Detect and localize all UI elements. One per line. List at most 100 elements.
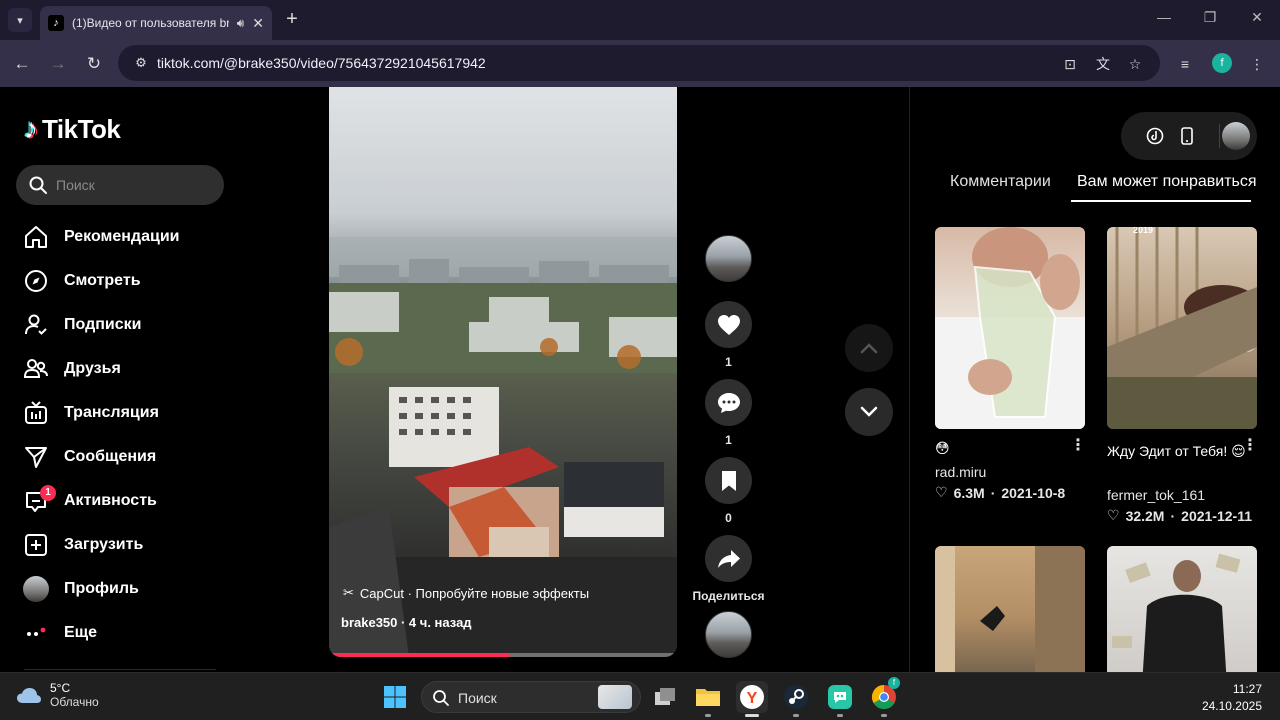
- bookmark-star-icon[interactable]: ☆: [1125, 54, 1145, 74]
- save-count: 0: [725, 511, 732, 525]
- video-frame-cityscape: [329, 237, 677, 657]
- profile-avatar[interactable]: f: [1212, 53, 1232, 73]
- svg-text:Y: Y: [747, 690, 758, 707]
- effect-label[interactable]: ✂ CapCut · Попробуйте новые эффекты: [343, 585, 589, 601]
- sidebar-item-more[interactable]: Еще: [22, 617, 97, 649]
- like-button[interactable]: [705, 301, 752, 348]
- sidebar-item-label: Загрузить: [64, 536, 144, 553]
- home-icon: [22, 223, 50, 251]
- separator-dot: ·: [990, 484, 996, 501]
- video-player[interactable]: ✂ CapCut · Попробуйте новые эффекты brak…: [329, 87, 677, 657]
- tab-recommended[interactable]: Вам может понравиться: [1077, 173, 1257, 191]
- capcut-icon: ✂: [343, 585, 354, 600]
- restore-icon[interactable]: ❐: [1198, 9, 1222, 26]
- back-arrow-icon[interactable]: ←: [10, 52, 34, 76]
- close-tab-icon[interactable]: ✕: [252, 15, 264, 32]
- messenger-button[interactable]: [824, 681, 856, 713]
- taskbar-search[interactable]: Поиск: [421, 681, 641, 713]
- sidebar-item-upload[interactable]: Загрузить: [22, 529, 143, 561]
- task-view-button[interactable]: [649, 681, 681, 713]
- heart-icon: [717, 314, 740, 335]
- video-caption: Жду Эдит от Тебя! 😌: [1107, 443, 1246, 459]
- avatar: [22, 575, 50, 603]
- chat-app-icon: [828, 685, 852, 709]
- next-video-button[interactable]: [845, 388, 893, 436]
- yandex-browser-button[interactable]: Y: [736, 681, 768, 713]
- comment-button[interactable]: [705, 379, 752, 426]
- media-control-icon[interactable]: ≡: [1173, 52, 1197, 76]
- previous-video-button[interactable]: [845, 324, 893, 372]
- reload-icon[interactable]: ↻: [82, 52, 106, 76]
- video-thumbnail[interactable]: 2019: [1107, 227, 1257, 429]
- video-author[interactable]: rad.miru: [935, 464, 986, 480]
- video-stats: ♡ 6.3M · 2021-10-8: [935, 484, 1065, 501]
- tiktok-page: ♪ TikTok Поиск Рекомендации Смотреть Под…: [0, 87, 1280, 672]
- tab-comments[interactable]: Комментарии: [950, 173, 1051, 191]
- like-count: 6.3M: [953, 484, 985, 501]
- mobile-phone-icon[interactable]: [1175, 124, 1199, 148]
- sidebar-item-label: Смотреть: [64, 272, 141, 289]
- file-explorer-button[interactable]: [692, 681, 724, 713]
- sidebar-item-activity[interactable]: 1 Активность: [22, 485, 157, 517]
- video-thumbnail[interactable]: [935, 546, 1085, 672]
- kebab-menu-icon[interactable]: ⋮: [1245, 52, 1269, 76]
- weather-widget[interactable]: 5°C Облачно: [16, 681, 99, 709]
- comment-icon: [717, 392, 740, 413]
- more-options-icon[interactable]: ⋮: [1242, 435, 1258, 455]
- chrome-button[interactable]: f: [868, 677, 900, 713]
- browser-toolbar: ← → ↻ ⚙ tiktok.com/@brake350/video/75643…: [0, 40, 1280, 87]
- site-info-icon[interactable]: ⚙: [132, 54, 150, 72]
- url-text: tiktok.com/@brake350/video/7564372921045…: [157, 55, 486, 71]
- windows-start-button[interactable]: [379, 681, 411, 713]
- thumbnail-image: [935, 546, 1085, 672]
- separator-dot: ·: [1170, 507, 1176, 524]
- save-button[interactable]: [705, 457, 752, 504]
- address-bar[interactable]: ⚙ tiktok.com/@brake350/video/75643729210…: [118, 45, 1160, 81]
- video-progress-bar[interactable]: [329, 653, 677, 657]
- search-input[interactable]: Поиск: [16, 165, 224, 205]
- install-app-icon[interactable]: ⊡: [1060, 54, 1080, 74]
- sidebar-item-label: Активность: [64, 492, 157, 509]
- active-tab-indicator: [1071, 200, 1251, 202]
- system-clock[interactable]: 11:27 24.10.2025: [1202, 681, 1262, 715]
- sidebar-divider: [24, 669, 216, 670]
- running-indicator: [837, 714, 843, 717]
- sidebar-item-live[interactable]: Трансляция: [22, 397, 159, 429]
- tiktok-logo[interactable]: ♪ TikTok: [24, 113, 121, 145]
- steam-button[interactable]: [780, 681, 812, 713]
- video-thumbnail[interactable]: [1107, 546, 1257, 672]
- taskbar-search-label: Поиск: [458, 690, 497, 706]
- upload-date: 2021-12-11: [1181, 507, 1252, 524]
- more-options-icon[interactable]: ⋮: [1070, 435, 1086, 455]
- windows-logo-icon: [384, 686, 406, 708]
- sidebar-item-following[interactable]: Подписки: [22, 309, 141, 341]
- browser-tab[interactable]: ♪ (1)Видео от пользователя brake350 | Ti…: [40, 6, 272, 40]
- chevron-down-icon: [860, 406, 878, 417]
- tiktok-mode-icon[interactable]: [1143, 124, 1167, 148]
- search-icon: [433, 690, 449, 706]
- sidebar-item-explore[interactable]: Смотреть: [22, 265, 141, 297]
- video-author[interactable]: fermer_tok_161: [1107, 487, 1205, 503]
- sidebar-item-messages[interactable]: Сообщения: [22, 441, 156, 473]
- friends-icon: [22, 355, 50, 383]
- speaker-icon[interactable]: 🔊︎: [237, 16, 245, 31]
- translate-icon[interactable]: 文: [1093, 54, 1113, 74]
- tab-search-button[interactable]: ▾: [8, 8, 32, 32]
- yandex-browser-icon: Y: [740, 685, 764, 709]
- window-close-icon[interactable]: ✕: [1245, 9, 1269, 26]
- sidebar-item-friends[interactable]: Друзья: [22, 353, 121, 385]
- share-button[interactable]: [705, 535, 752, 582]
- minimize-icon[interactable]: —: [1152, 9, 1176, 25]
- share-arrow-icon: [717, 549, 740, 568]
- author-line[interactable]: brake350 · 4 ч. назад: [341, 615, 472, 630]
- sidebar-item-profile[interactable]: Профиль: [22, 573, 139, 605]
- sidebar-item-recommendations[interactable]: Рекомендации: [22, 221, 180, 253]
- thumbnail-image: [1107, 227, 1257, 429]
- user-avatar[interactable]: [1222, 122, 1250, 150]
- author-avatar[interactable]: [705, 235, 752, 282]
- compass-icon: [22, 267, 50, 295]
- forward-arrow-icon[interactable]: →: [46, 52, 70, 76]
- video-thumbnail[interactable]: [935, 227, 1085, 429]
- new-tab-button[interactable]: +: [282, 8, 302, 32]
- sound-avatar[interactable]: [705, 611, 752, 658]
